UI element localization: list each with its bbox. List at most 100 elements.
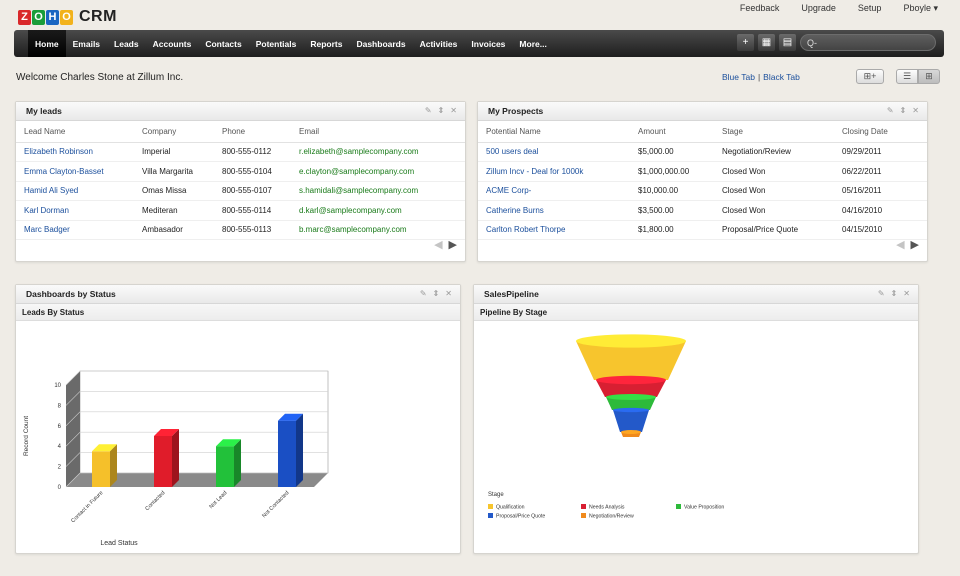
table-cell-link[interactable]: Catherine Burns (478, 200, 630, 221)
grid-view-button[interactable]: ⊞ (918, 69, 940, 84)
nav-tab-leads[interactable]: Leads (107, 30, 146, 57)
nav-tab-more[interactable]: More... (512, 30, 553, 57)
chart-left-wall (66, 371, 80, 487)
nav-tab-activities[interactable]: Activities (413, 30, 465, 57)
close-icon[interactable]: ✕ (450, 106, 457, 115)
panel-header: SalesPipeline ✎ ⇕ ✕ (474, 285, 918, 304)
table-row[interactable]: Emma Clayton-Basset Villa Margarita 800-55… (16, 161, 465, 182)
funnel-segment-rim (613, 407, 649, 413)
table-cell-link[interactable]: Emma Clayton-Basset (16, 161, 134, 182)
table-row[interactable]: Elizabeth Robinson Imperial 800-555-0112 r.… (16, 142, 465, 162)
table-cell: $10,000.00 (630, 181, 714, 201)
table-row[interactable]: 500 users deal $5,000.00 Negotiation/Revie… (478, 142, 927, 162)
table-cell: 04/16/2010 (834, 200, 927, 221)
table-cell-link[interactable]: d.karl@samplecompany.com (291, 200, 465, 221)
move-icon[interactable]: ⇕ (891, 289, 898, 298)
upgrade-link[interactable]: Upgrade (801, 3, 836, 14)
table-cell-link[interactable]: ACME Corp- (478, 181, 630, 201)
nav-tab-contacts[interactable]: Contacts (198, 30, 248, 57)
nav-tab-dashboards[interactable]: Dashboards (349, 30, 412, 57)
column-header[interactable]: Phone (214, 121, 291, 143)
table-cell-link[interactable]: 500 users deal (478, 142, 630, 162)
nav-tab-emails[interactable]: Emails (66, 30, 107, 57)
main-nav-bar: Home Emails Leads Accounts Contacts Potential… (14, 30, 944, 57)
table-cell: 800-555-0113 (214, 220, 291, 240)
table-row[interactable]: Zillum Incv - Deal for 1000k $1,000,000.0… (478, 161, 927, 182)
table-row[interactable]: Karl Dorman Mediteran 800-555-0114 d.karl@s… (16, 200, 465, 221)
column-header[interactable]: Closing Date (834, 121, 927, 143)
table-cell-link[interactable]: Carlton Robert Thorpe (478, 220, 630, 240)
table-cell-link[interactable]: r.elizabeth@samplecompany.com (291, 142, 465, 162)
edit-icon[interactable]: ✎ (420, 289, 427, 298)
x-tick-label: Contacted (144, 490, 166, 512)
pager: ◀ ▶ (434, 238, 457, 251)
move-icon[interactable]: ⇕ (900, 106, 907, 115)
next-page-icon[interactable]: ▶ (911, 238, 919, 251)
close-icon[interactable]: ✕ (912, 106, 919, 115)
nav-tab-reports[interactable]: Reports (303, 30, 349, 57)
close-icon[interactable]: ✕ (445, 289, 452, 298)
panel-title: SalesPipeline (484, 289, 539, 299)
bar (216, 446, 234, 487)
column-header[interactable]: Amount (630, 121, 714, 143)
y-tick-label: 4 (58, 444, 62, 450)
column-header[interactable]: Email (291, 121, 465, 143)
edit-icon[interactable]: ✎ (425, 106, 432, 115)
table-cell: Negotiation/Review (714, 142, 834, 162)
quick-create-icon[interactable]: + (737, 34, 754, 51)
table-cell-link[interactable]: e.clayton@samplecompany.com (291, 161, 465, 182)
close-icon[interactable]: ✕ (903, 289, 910, 298)
legend-title: Stage (488, 492, 504, 498)
nav-tools: + ▦ ▤ Q- (737, 34, 936, 51)
legend-swatch (676, 504, 681, 509)
table-cell-link[interactable]: Elizabeth Robinson (16, 142, 134, 162)
nav-tab-potentials[interactable]: Potentials (249, 30, 304, 57)
list-view-button[interactable]: ☰ (896, 69, 918, 84)
table-cell-link[interactable]: Marc Badger (16, 220, 134, 240)
user-menu[interactable]: Pboyle ▾ (903, 3, 938, 14)
table-row[interactable]: ACME Corp- $10,000.00 Closed Won 05/16/2011 (478, 181, 927, 201)
table-cell-link[interactable]: Zillum Incv - Deal for 1000k (478, 161, 630, 182)
table-cell: Mediteran (134, 200, 214, 221)
edit-icon[interactable]: ✎ (887, 106, 894, 115)
legend-label: Needs Analysis (589, 505, 625, 511)
feeds-icon[interactable]: ▤ (779, 34, 796, 51)
y-tick-label: 6 (58, 424, 62, 430)
bar-side (296, 413, 303, 487)
column-header[interactable]: Stage (714, 121, 834, 143)
previous-page-icon[interactable]: ◀ (896, 238, 904, 251)
table-cell-link[interactable]: b.marc@samplecompany.com (291, 220, 465, 240)
search-input[interactable]: Q- (800, 34, 936, 51)
move-icon[interactable]: ⇕ (438, 106, 445, 115)
column-header[interactable]: Potential Name (478, 121, 630, 143)
separator: | (757, 72, 761, 82)
column-header[interactable]: Lead Name (16, 121, 134, 143)
calendar-icon[interactable]: ▦ (758, 34, 775, 51)
zoho-crm-logo[interactable]: Z O H O CRM (18, 6, 117, 28)
add-widget-button[interactable]: ⊞+ (856, 69, 884, 84)
table-cell: $5,000.00 (630, 142, 714, 162)
table-cell-link[interactable]: Karl Dorman (16, 200, 134, 221)
next-page-icon[interactable]: ▶ (449, 238, 457, 251)
move-icon[interactable]: ⇕ (433, 289, 440, 298)
top-links: Feedback Upgrade Setup Pboyle ▾ (740, 3, 938, 14)
nav-tab-invoices[interactable]: Invoices (464, 30, 512, 57)
table-cell-link[interactable]: Hamid Ali Syed (16, 181, 134, 201)
setup-link[interactable]: Setup (858, 3, 882, 14)
table-row[interactable]: Marc Badger Ambasador 800-555-0113 b.marc@s… (16, 220, 465, 240)
feedback-link[interactable]: Feedback (740, 3, 780, 14)
previous-page-icon[interactable]: ◀ (434, 238, 442, 251)
table-row[interactable]: Carlton Robert Thorpe $1,800.00 Proposal/P… (478, 220, 927, 240)
blue-tab-link[interactable]: Blue Tab (722, 72, 755, 82)
black-tab-link[interactable]: Black Tab (763, 72, 800, 82)
edit-icon[interactable]: ✎ (878, 289, 885, 298)
table-cell-link[interactable]: s.hamidali@samplecompany.com (291, 181, 465, 201)
table-cell: $1,000,000.00 (630, 161, 714, 182)
nav-tab-home[interactable]: Home (28, 30, 66, 57)
legend-swatch (488, 513, 493, 518)
table-cell: Imperial (134, 142, 214, 162)
nav-tab-accounts[interactable]: Accounts (146, 30, 199, 57)
table-row[interactable]: Catherine Burns $3,500.00 Closed Won 04/16/… (478, 200, 927, 221)
column-header[interactable]: Company (134, 121, 214, 143)
table-row[interactable]: Hamid Ali Syed Omas Missa 800-555-0107 s.ha… (16, 181, 465, 201)
